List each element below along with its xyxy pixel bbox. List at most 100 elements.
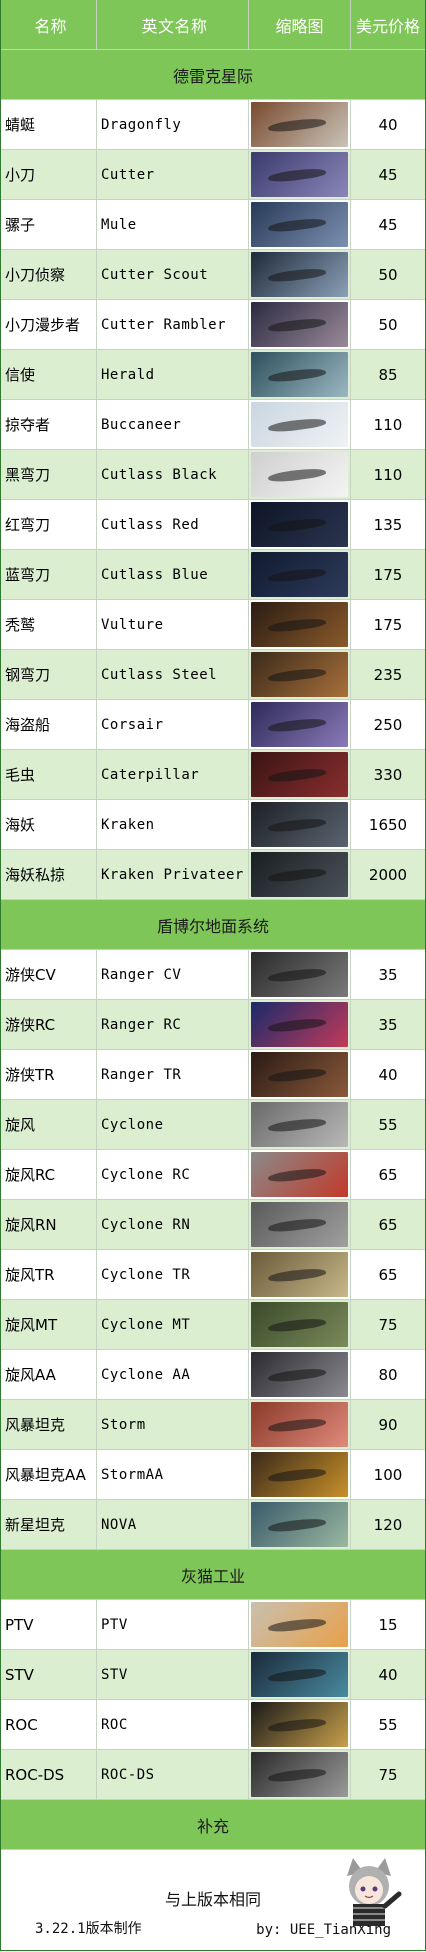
vehicle-thumbnail [251, 1152, 348, 1197]
vehicle-name: 新星坦克 [1, 1500, 97, 1549]
vehicle-english-name: Cyclone [97, 1100, 249, 1149]
header-price: 美元价格 [355, 16, 420, 36]
thumbnail-cell [249, 600, 351, 649]
vehicle-name: 海妖 [1, 800, 97, 849]
vehicle-price: 235 [373, 665, 403, 684]
table-row: 黑弯刀 Cutlass Black 110 [1, 450, 425, 500]
header-thumb: 缩略图 [249, 0, 351, 49]
thumbnail-cell [249, 450, 351, 499]
vehicle-english-name: Cutter [97, 150, 249, 199]
table-row: 旋风TR Cyclone TR 65 [1, 1250, 425, 1300]
table-row: PTV PTV 15 [1, 1600, 425, 1650]
vehicle-thumbnail [251, 602, 348, 647]
supplement-box: 与上版本相同 3.22.1版本制作 by: UEE_TianXing [1, 1850, 425, 1951]
vehicle-thumbnail [251, 1652, 348, 1697]
table-row: 信使 Herald 85 [1, 350, 425, 400]
vehicle-price: 175 [373, 615, 403, 634]
vehicle-price: 55 [378, 1715, 398, 1734]
thumbnail-cell [249, 700, 351, 749]
vehicle-english-name: Cyclone TR [97, 1250, 249, 1299]
table-row: 旋风 Cyclone 55 [1, 1100, 425, 1150]
vehicle-name: 游侠CV [1, 950, 97, 999]
table-row: 蜻蜓 Dragonfly 40 [1, 100, 425, 150]
thumbnail-cell [249, 1700, 351, 1749]
thumbnail-cell [249, 1750, 351, 1799]
vehicle-thumbnail [251, 102, 348, 147]
table-row: 游侠RC Ranger RC 35 [1, 1000, 425, 1050]
vehicle-price: 35 [378, 1015, 398, 1034]
table-header: 名称 英文名称 缩略图 美元价格 [1, 0, 425, 50]
vehicle-price: 65 [378, 1165, 398, 1184]
vehicle-thumbnail [251, 202, 348, 247]
thumbnail-cell [249, 250, 351, 299]
vehicle-name: ROC-DS [1, 1750, 97, 1799]
vehicle-english-name: Herald [97, 350, 249, 399]
vehicle-english-name: Kraken Privateer [97, 850, 249, 899]
vehicle-thumbnail [251, 302, 348, 347]
vehicle-price: 110 [373, 465, 403, 484]
vehicle-thumbnail [251, 1102, 348, 1147]
vehicle-english-name: Ranger TR [97, 1050, 249, 1099]
vehicle-english-name: Cyclone MT [97, 1300, 249, 1349]
section-title-supplement: 补充 [1, 1800, 425, 1850]
thumbnail-cell [249, 1400, 351, 1449]
section-title: 盾博尔地面系统 [1, 900, 425, 950]
vehicle-price: 80 [378, 1365, 398, 1384]
thumbnail-cell [249, 750, 351, 799]
vehicle-name: 风暴坦克AA [1, 1450, 97, 1499]
vehicle-thumbnail [251, 552, 348, 597]
thumbnail-cell [249, 150, 351, 199]
vehicle-english-name: Cutlass Steel [97, 650, 249, 699]
vehicle-name: 游侠RC [1, 1000, 97, 1049]
vehicle-name: 小刀侦察 [1, 250, 97, 299]
thumbnail-cell [249, 100, 351, 149]
vehicle-name: 小刀漫步者 [1, 300, 97, 349]
table-row: 钢弯刀 Cutlass Steel 235 [1, 650, 425, 700]
vehicle-price: 40 [378, 1665, 398, 1684]
vehicle-name: 毛虫 [1, 750, 97, 799]
thumbnail-cell [249, 1050, 351, 1099]
vehicle-price: 135 [373, 515, 403, 534]
thumbnail-cell [249, 650, 351, 699]
table-row: 新星坦克 NOVA 120 [1, 1500, 425, 1550]
table-row: 蓝弯刀 Cutlass Blue 175 [1, 550, 425, 600]
vehicle-thumbnail [251, 802, 348, 847]
vehicle-name: 旋风TR [1, 1250, 97, 1299]
vehicle-thumbnail [251, 1302, 348, 1347]
vehicle-name: 红弯刀 [1, 500, 97, 549]
vehicle-thumbnail [251, 752, 348, 797]
vehicle-thumbnail [251, 702, 348, 747]
table-row: 旋风RN Cyclone RN 65 [1, 1200, 425, 1250]
vehicle-name: 骡子 [1, 200, 97, 249]
vehicle-english-name: ROC [97, 1700, 249, 1749]
vehicle-name: 旋风MT [1, 1300, 97, 1349]
vehicle-english-name: Cyclone RN [97, 1200, 249, 1249]
vehicle-name: 掠夺者 [1, 400, 97, 449]
vehicle-english-name: PTV [97, 1600, 249, 1649]
vehicle-english-name: Storm [97, 1400, 249, 1449]
vehicle-thumbnail [251, 1202, 348, 1247]
vehicle-price: 75 [378, 1315, 398, 1334]
vehicle-price: 85 [378, 365, 398, 384]
vehicle-thumbnail [251, 1502, 348, 1547]
vehicle-price: 75 [378, 1765, 398, 1784]
vehicle-thumbnail [251, 252, 348, 297]
vehicle-english-name: Buccaneer [97, 400, 249, 449]
thumbnail-cell [249, 300, 351, 349]
table-row: 旋风AA Cyclone AA 80 [1, 1350, 425, 1400]
table-row: 游侠CV Ranger CV 35 [1, 950, 425, 1000]
vehicle-english-name: Dragonfly [97, 100, 249, 149]
vehicle-name: 蓝弯刀 [1, 550, 97, 599]
vehicle-name: 海妖私掠 [1, 850, 97, 899]
vehicle-english-name: NOVA [97, 1500, 249, 1549]
vehicle-english-name: Ranger RC [97, 1000, 249, 1049]
vehicle-price: 90 [378, 1415, 398, 1434]
vehicle-english-name: Cutlass Blue [97, 550, 249, 599]
vehicle-english-name: Ranger CV [97, 950, 249, 999]
vehicle-english-name: Vulture [97, 600, 249, 649]
vehicle-english-name: Cutter Rambler [97, 300, 249, 349]
vehicle-thumbnail [251, 1252, 348, 1297]
vehicle-name: ROC [1, 1700, 97, 1749]
thumbnail-cell [249, 1200, 351, 1249]
vehicle-english-name: Caterpillar [97, 750, 249, 799]
